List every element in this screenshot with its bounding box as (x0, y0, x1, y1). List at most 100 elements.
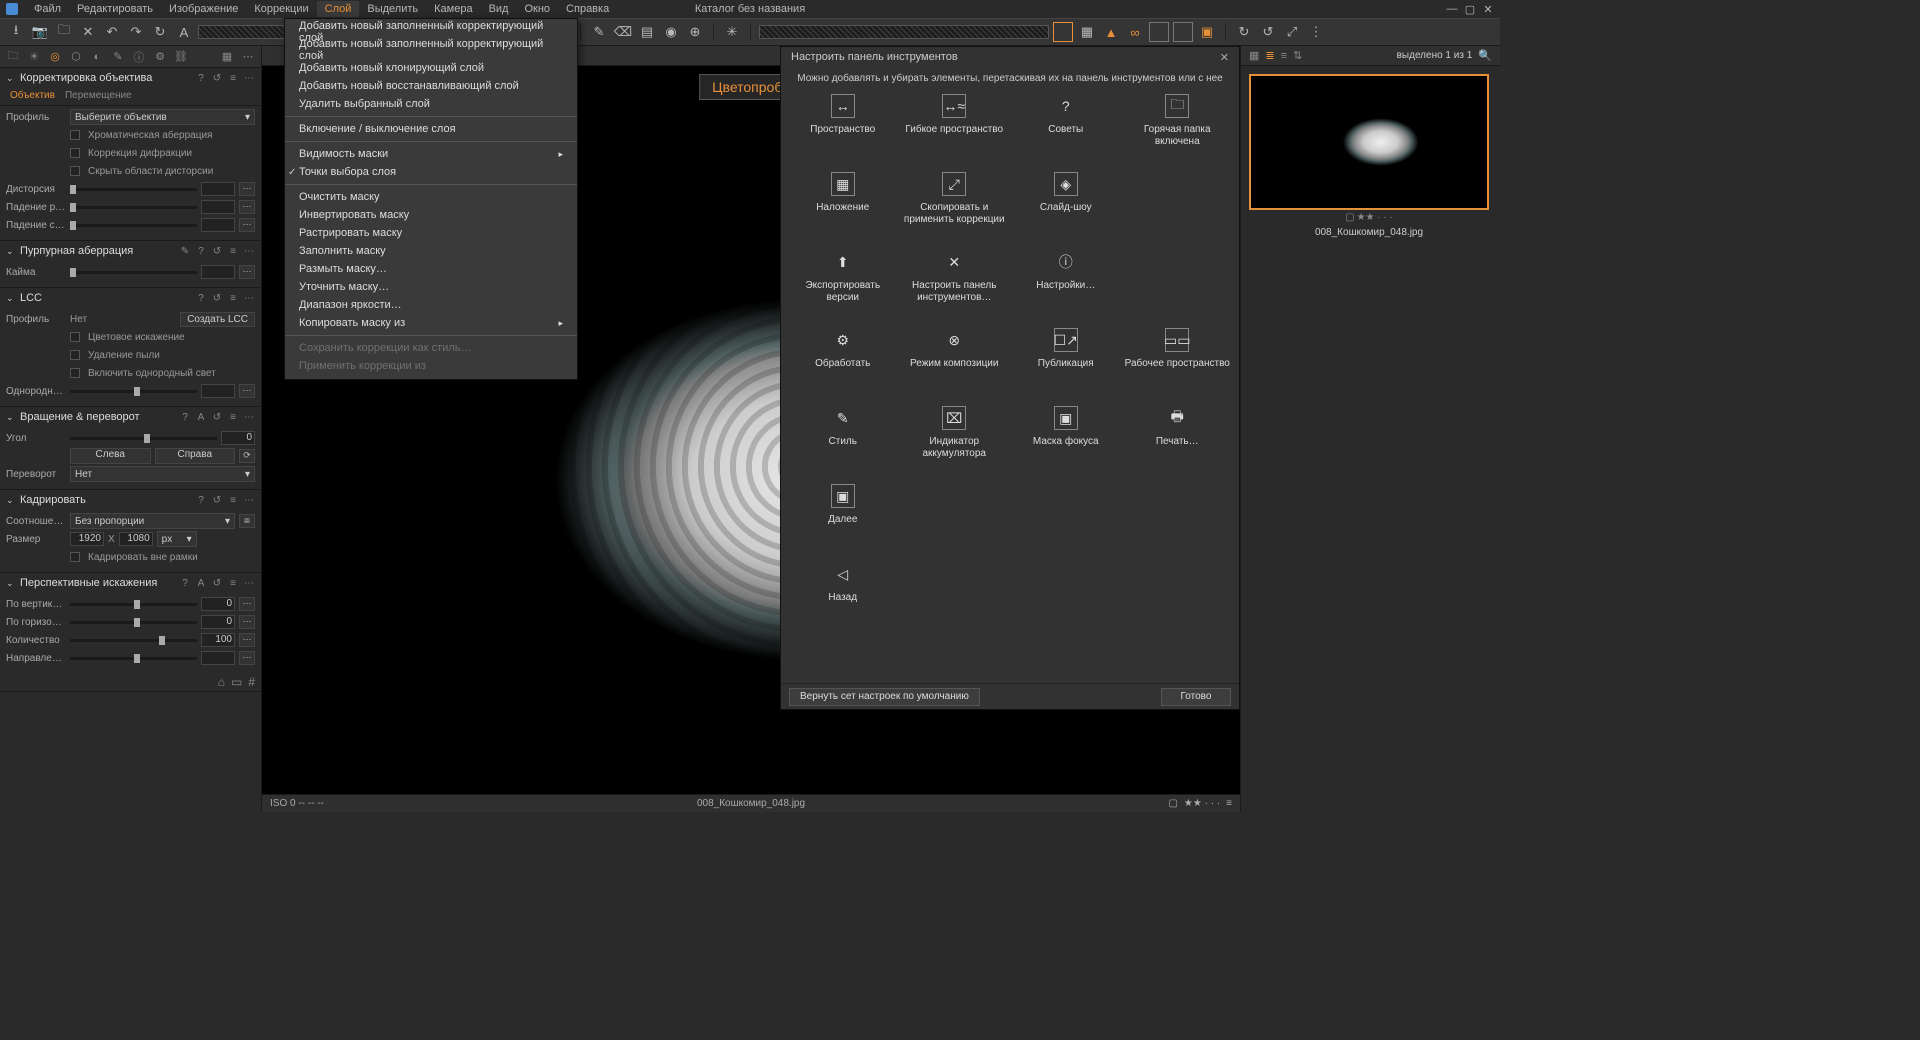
close-customize-button[interactable]: ✕ (1220, 51, 1229, 64)
sort-icon[interactable]: ⇅ (1293, 49, 1302, 62)
customize-item[interactable]: ⬆Экспортировать версии (787, 250, 899, 320)
tab-exposure-icon[interactable]: ☀ (25, 48, 43, 66)
diffraction-checkbox[interactable] (70, 148, 80, 158)
menu-item[interactable]: Растрировать маску (285, 224, 577, 242)
crop-height-input[interactable]: 1080 (119, 532, 153, 546)
folder-icon[interactable]: 🗀 (54, 22, 74, 42)
menu-окно[interactable]: Окно (516, 1, 558, 17)
subtab-lens[interactable]: Объектив (10, 90, 55, 103)
close-button[interactable]: ✕ (1482, 3, 1494, 16)
more-icon[interactable]: ⋯ (243, 73, 255, 84)
rotate-right-button[interactable]: Справа (155, 448, 236, 464)
customize-item[interactable]: ▭▭Рабочее пространство (1122, 328, 1234, 398)
brush-icon[interactable]: ✎ (589, 22, 609, 42)
minimize-button[interactable]: — (1446, 3, 1458, 16)
menu-item[interactable]: Инвертировать маску (285, 206, 577, 224)
refresh2-icon[interactable]: ↺ (1258, 22, 1278, 42)
text-icon[interactable]: A (174, 22, 194, 42)
menu-камера[interactable]: Камера (426, 1, 480, 17)
customize-item[interactable]: ▣Маска фокуса (1010, 406, 1122, 476)
tab-color-icon[interactable]: ⬡ (67, 48, 85, 66)
straighten-icon[interactable]: ⟳ (239, 449, 255, 463)
crop-tool-icon[interactable]: ⧈ (239, 514, 255, 528)
keystone-tool1-icon[interactable]: ⌂ (218, 675, 225, 689)
tab-local-icon[interactable]: ✎ (109, 48, 127, 66)
eyedropper-icon[interactable]: ✎ (179, 246, 191, 257)
heal-icon[interactable]: ⊕ (685, 22, 705, 42)
chevron-down-icon[interactable]: ⌄ (6, 246, 16, 257)
menu-справка[interactable]: Справка (558, 1, 617, 17)
menu-item[interactable]: Копировать маску из▸ (285, 314, 577, 332)
expand-icon[interactable]: ⤢ (1282, 22, 1302, 42)
refresh1-icon[interactable]: ↻ (1234, 22, 1254, 42)
crop-unit-select[interactable]: px▾ (157, 531, 197, 547)
customize-item[interactable]: ▦Наложение (787, 172, 899, 242)
menu-вид[interactable]: Вид (481, 1, 517, 17)
thumb-box-icon[interactable]: ▢ (1345, 212, 1354, 223)
view-grid-icon[interactable]: ▦ (1249, 49, 1259, 62)
customize-item[interactable]: ⓘНастройки… (1010, 250, 1122, 320)
redo2-icon[interactable]: ↻ (150, 22, 170, 42)
customize-item[interactable]: ↔≈Гибкое пространство (899, 94, 1011, 164)
capture-icon[interactable]: 📷 (30, 22, 50, 42)
dust-checkbox[interactable] (70, 350, 80, 360)
variant-icon[interactable]: ≡ (1226, 798, 1232, 809)
menu-item[interactable]: Видимость маски▸ (285, 145, 577, 163)
done-button[interactable]: Готово (1161, 688, 1231, 706)
customize-item[interactable]: ▣Далее (787, 484, 899, 554)
box1-icon[interactable] (1149, 22, 1169, 42)
customize-item[interactable]: ⊗Режим композиции (899, 328, 1011, 398)
menu-item[interactable]: Уточнить маску… (285, 278, 577, 296)
menu-item[interactable]: Очистить маску (285, 188, 577, 206)
import-icon[interactable]: ⭳ (6, 22, 26, 42)
view-list-icon[interactable]: ≣ (1265, 49, 1274, 62)
uniform-slider[interactable] (70, 390, 197, 393)
preset-icon[interactable]: ≡ (227, 73, 239, 84)
hide-distort-checkbox[interactable] (70, 166, 80, 176)
tab-adjust-icon[interactable]: ⛓ (172, 48, 190, 66)
customize-item[interactable]: ✕Настроить панель инструментов… (899, 250, 1011, 320)
create-lcc-button[interactable]: Создать LCC (180, 312, 255, 327)
gradient-icon[interactable]: ▤ (637, 22, 657, 42)
tab-meta-icon[interactable]: ⓘ (130, 48, 148, 66)
customize-item[interactable]: 🖶Печать… (1122, 406, 1234, 476)
falloff2-slider[interactable] (70, 224, 197, 227)
slider-2[interactable] (759, 25, 1049, 39)
menu-слой[interactable]: Слой (317, 1, 360, 17)
menu-item[interactable]: Диапазон яркости… (285, 296, 577, 314)
menu-item[interactable]: Удалить выбранный слой (285, 95, 577, 113)
reset-defaults-button[interactable]: Вернуть сет настроек по умолчанию (789, 688, 980, 706)
subtab-movement[interactable]: Перемещение (65, 90, 132, 103)
thumb-rating[interactable]: ★★ · · · (1357, 212, 1393, 223)
customize-item[interactable]: ↔Пространство (787, 94, 899, 164)
view-filmstrip-icon[interactable]: ≡ (1281, 50, 1287, 62)
menu-item[interactable]: Добавить новый клонирующий слой (285, 59, 577, 77)
customize-item[interactable]: ⤢Скопировать и применить коррекции (899, 172, 1011, 242)
menu-icon[interactable]: ⋮ (1306, 22, 1326, 42)
menu-item[interactable]: Включение / выключение слоя (285, 120, 577, 138)
grid-icon[interactable]: ▦ (1077, 22, 1097, 42)
highlight-clip-icon[interactable] (1053, 22, 1073, 42)
customize-item[interactable]: ⚙Обработать (787, 328, 899, 398)
tab-lens-icon[interactable]: ◎ (46, 48, 64, 66)
compare-icon[interactable]: ▣ (1197, 22, 1217, 42)
thumbnail-card[interactable]: ▢★★ · · · 008_Кошкомир_048.jpg (1249, 74, 1489, 238)
reset-icon[interactable]: ↺ (211, 73, 223, 84)
rotate-left-button[interactable]: Слева (70, 448, 151, 464)
menu-редактировать[interactable]: Редактировать (69, 1, 161, 17)
help-icon[interactable]: ? (195, 73, 207, 84)
aspect-select[interactable]: Без пропорции▾ (70, 513, 235, 529)
lens-profile-select[interactable]: Выберите объектив▾ (70, 109, 255, 125)
eraser-icon[interactable]: ⌫ (613, 22, 633, 42)
menu-файл[interactable]: Файл (26, 1, 69, 17)
menu-выделить[interactable]: Выделить (359, 1, 426, 17)
menu-item[interactable]: Добавить новый заполненный корректирующи… (285, 41, 577, 59)
menu-item[interactable]: Добавить новый восстанавливающий слой (285, 77, 577, 95)
angle-value[interactable]: 0 (221, 431, 255, 445)
customize-item[interactable]: 🗀Горячая папка включена (1122, 94, 1234, 164)
warning-icon[interactable]: ▲ (1101, 22, 1121, 42)
angle-slider[interactable] (70, 437, 217, 440)
box2-icon[interactable] (1173, 22, 1193, 42)
glasses-icon[interactable]: ∞ (1125, 22, 1145, 42)
reject-icon[interactable]: ✕ (78, 22, 98, 42)
